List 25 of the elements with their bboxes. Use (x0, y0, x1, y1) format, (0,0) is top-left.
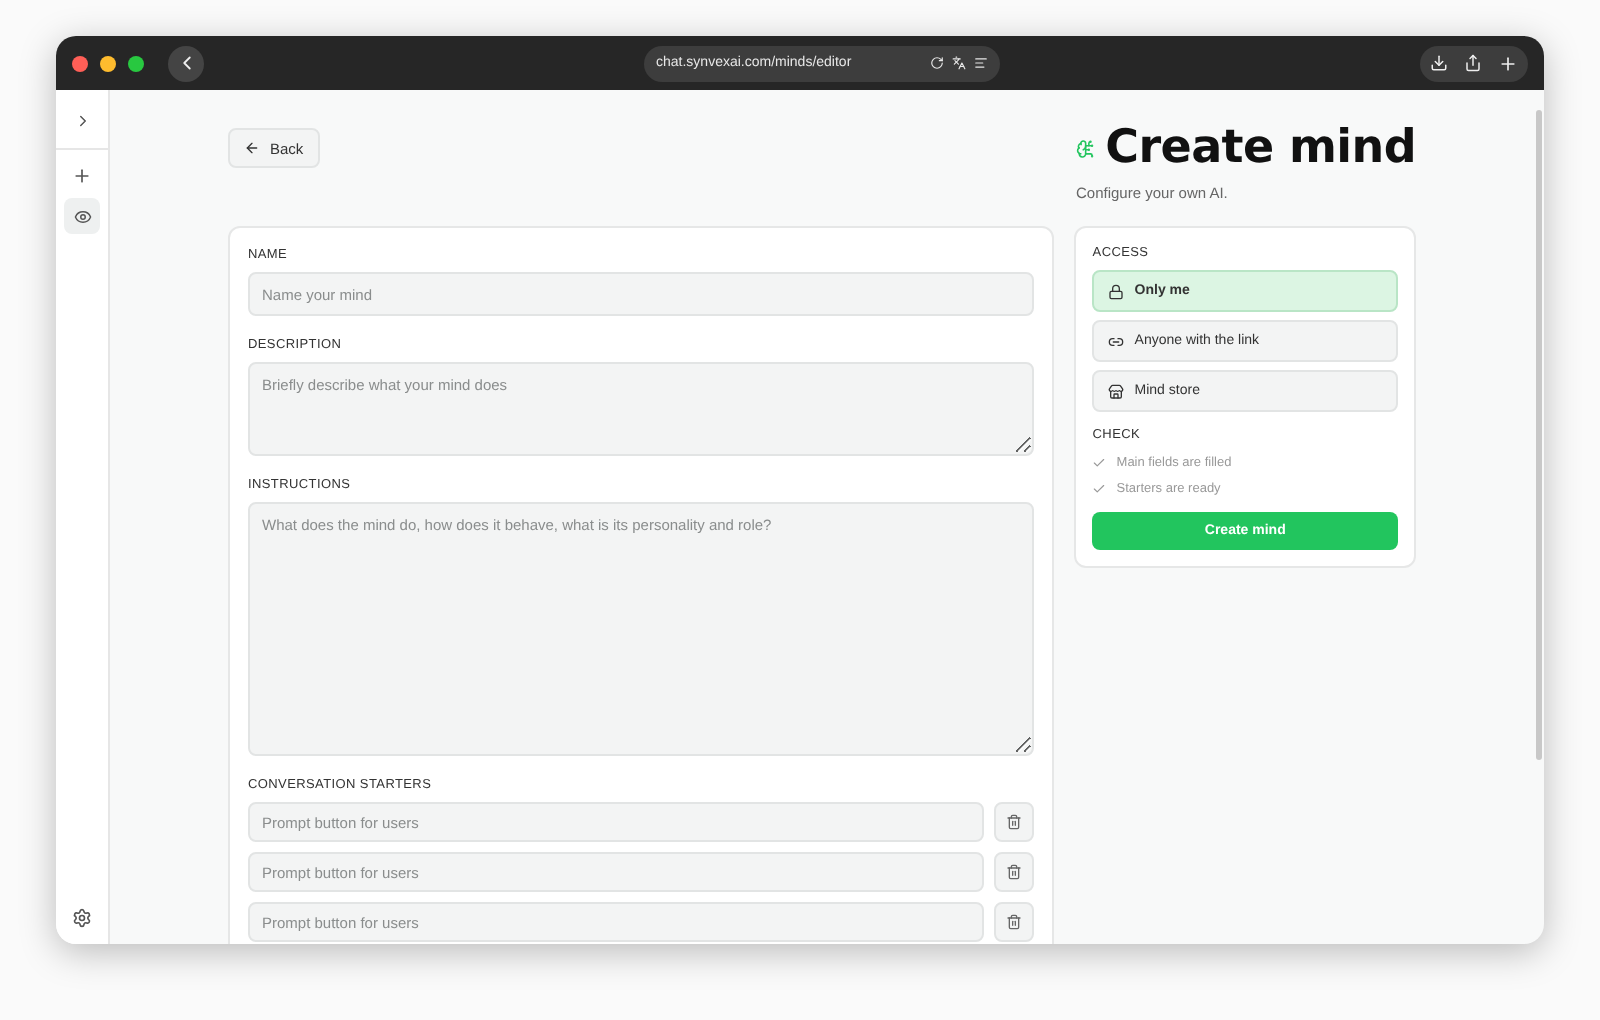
arrow-left-icon (244, 140, 260, 156)
translate-icon[interactable] (952, 56, 966, 70)
page-title: Create mind (1105, 122, 1416, 174)
back-nav-button[interactable] (168, 45, 204, 81)
trash-icon (1006, 914, 1023, 930)
lock-icon (1108, 283, 1125, 299)
minimize-button[interactable] (100, 55, 116, 71)
new-tab-icon[interactable] (1498, 53, 1518, 73)
download-icon[interactable] (1430, 54, 1448, 72)
eye-icon (73, 207, 91, 225)
trash-icon (1006, 864, 1023, 880)
reload-icon[interactable] (930, 56, 944, 70)
delete-button[interactable] (994, 852, 1035, 892)
eye-button[interactable] (64, 198, 100, 234)
maximize-button[interactable] (128, 55, 144, 71)
trash-icon (1006, 814, 1023, 830)
close-button[interactable] (72, 55, 88, 71)
link-icon (1108, 333, 1125, 349)
delete-button[interactable] (994, 802, 1035, 842)
plus-icon (72, 166, 92, 186)
share-icon[interactable] (1464, 54, 1482, 72)
reader-icon[interactable] (974, 56, 988, 70)
store-icon (1108, 383, 1125, 399)
delete-button[interactable] (994, 902, 1035, 942)
settings-icon (72, 908, 92, 928)
